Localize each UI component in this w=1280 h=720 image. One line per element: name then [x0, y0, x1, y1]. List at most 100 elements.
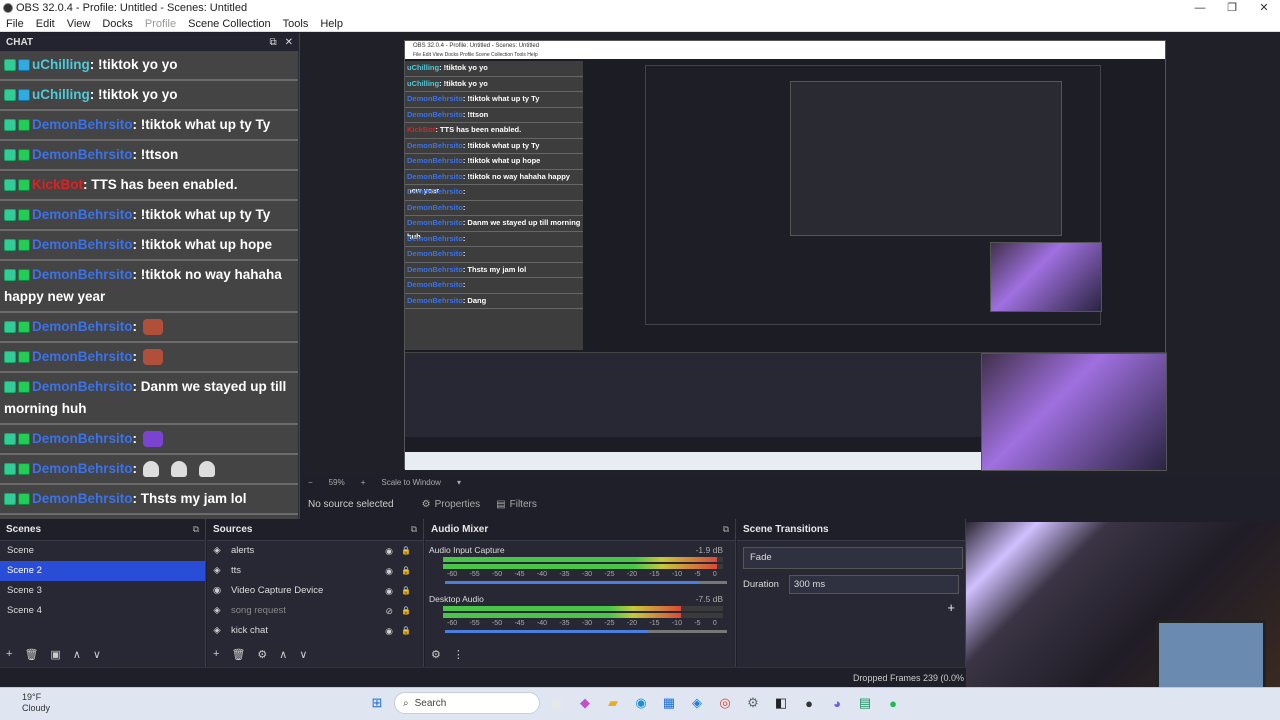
source-item[interactable]: ◈ song request ⊘ 🔒 [207, 601, 423, 621]
preview-canvas[interactable]: OBS 32.0.4 - Profile: Untitled - Scenes:… [404, 40, 1167, 471]
lock-icon[interactable]: 🔒 [401, 561, 411, 581]
lock-icon[interactable]: 🔒 [401, 601, 411, 621]
scene-item[interactable]: Scene [0, 541, 205, 561]
move-down-icon[interactable]: ∨ [299, 648, 307, 661]
scene-item[interactable]: Scene 4 [0, 601, 205, 621]
move-up-icon[interactable]: ∧ [279, 648, 287, 661]
chat-username[interactable]: DemonBehrsito [32, 267, 133, 282]
visibility-icon[interactable]: ◉ [385, 621, 393, 641]
float-icon[interactable]: ⧉ [269, 37, 276, 48]
chat-message: DemonBehrsito: [0, 425, 298, 455]
grn-badge-icon [18, 209, 30, 222]
source-item[interactable]: ◉ Video Capture Device ◉ 🔒 [207, 581, 423, 601]
preview-area[interactable]: OBS 32.0.4 - Profile: Untitled - Scenes:… [300, 33, 1280, 474]
chat-username[interactable]: DemonBehrsito [32, 491, 133, 506]
zoom-out-button[interactable]: − [308, 478, 313, 487]
chat-message: KickBot: TTS has been enabled. [0, 171, 298, 201]
lock-icon[interactable]: 🔒 [401, 621, 411, 641]
menu-profile[interactable]: Profile [145, 18, 176, 30]
add-icon[interactable]: + [213, 648, 219, 661]
spotify-icon[interactable]: ● [882, 692, 904, 714]
visibility-icon[interactable]: ◉ [385, 561, 393, 581]
store-icon[interactable]: ▦ [658, 692, 680, 714]
menu-file[interactable]: File [6, 18, 24, 30]
close-button[interactable]: ✕ [1248, 0, 1280, 16]
volume-slider[interactable] [445, 630, 727, 633]
source-item[interactable]: ◈ kick chat ◉ 🔒 [207, 621, 423, 641]
more-icon[interactable]: ⋮ [453, 648, 464, 661]
transition-select[interactable]: Fade [743, 547, 963, 569]
scale-tick: -55 [469, 571, 480, 578]
menu-docks[interactable]: Docks [102, 18, 133, 30]
menu-view[interactable]: View [67, 18, 91, 30]
zoom-in-button[interactable]: + [361, 478, 366, 487]
source-list[interactable]: ◈ alerts ◉ 🔒 ◈ tts ◉ 🔒 ◉ Video Capture Device ◉ 🔒 ◈ s… [207, 541, 423, 641]
menu-tools[interactable]: Tools [283, 18, 309, 30]
trash-icon[interactable]: 🗑 [24, 648, 38, 661]
capcut-icon[interactable]: ◧ [770, 692, 792, 714]
add-icon[interactable]: + [6, 648, 12, 661]
lock-icon[interactable]: 🔒 [401, 541, 411, 561]
maximize-button[interactable]: ❐ [1216, 0, 1248, 16]
scale-mode-select[interactable]: Scale to Window [381, 478, 441, 487]
discord-icon[interactable]: ◕ [826, 692, 848, 714]
source-item[interactable]: ◈ alerts ◉ 🔒 [207, 541, 423, 561]
app-icon[interactable]: ◈ [686, 692, 708, 714]
move-down-icon[interactable]: ∨ [93, 648, 101, 661]
menu-scene-collection[interactable]: Scene Collection [188, 18, 271, 30]
trash-icon[interactable]: 🗑 [231, 648, 245, 661]
taskbar-search[interactable]: ⌕ Search [394, 692, 540, 714]
duration-input[interactable]: 300 ms [788, 575, 959, 594]
group-icon[interactable]: ▣ [50, 648, 60, 661]
visibility-icon[interactable]: ◉ [385, 541, 393, 561]
chat-username[interactable]: DemonBehrsito [32, 147, 133, 162]
filters-button[interactable]: ▤ Filters [488, 497, 545, 512]
file-explorer-icon[interactable]: ▰ [602, 692, 624, 714]
scene-item[interactable]: Scene 3 [0, 581, 205, 601]
windows-start-icon[interactable]: ⊞ [366, 692, 388, 714]
calculator-icon[interactable]: ▤ [854, 692, 876, 714]
settings-icon[interactable]: ⚙ [742, 692, 764, 714]
chat-message-list[interactable]: uChilling: !tiktok yo yo uChilling: !tikt… [0, 51, 298, 519]
scene-item[interactable]: Scene 2 [0, 561, 205, 581]
visibility-icon[interactable]: ◉ [385, 581, 393, 601]
volume-slider[interactable] [445, 581, 727, 584]
chat-username[interactable]: DemonBehrsito [32, 207, 133, 222]
mod-badge-icon [4, 239, 16, 252]
chat-username[interactable]: DemonBehrsito [32, 237, 133, 252]
lock-icon[interactable]: 🔒 [401, 581, 411, 601]
minimize-button[interactable]: — [1184, 0, 1216, 16]
nested-chat-line: uChilling: !tiktok yo yo [405, 77, 583, 92]
weather-desc: Cloudy [22, 703, 51, 713]
chat-username[interactable]: DemonBehrsito [32, 461, 133, 476]
add-transition-icon[interactable]: + [743, 600, 959, 615]
edge-icon[interactable]: ◉ [630, 692, 652, 714]
gear-icon[interactable]: ⚙ [257, 648, 267, 661]
properties-button[interactable]: ⚙ Properties [414, 497, 489, 512]
chat-username[interactable]: KickBot [32, 177, 83, 192]
copilot-icon[interactable]: ◆ [574, 692, 596, 714]
chat-username[interactable]: DemonBehrsito [32, 117, 133, 132]
chat-username[interactable]: DemonBehrsito [32, 431, 133, 446]
menu-edit[interactable]: Edit [36, 18, 55, 30]
dock-menu-icon[interactable]: ⧉ [411, 524, 417, 535]
chat-username[interactable]: DemonBehrsito [32, 379, 133, 394]
obs-icon[interactable]: ● [798, 692, 820, 714]
menu-help[interactable]: Help [320, 18, 343, 30]
move-up-icon[interactable]: ∧ [73, 648, 81, 661]
advanced-audio-icon[interactable]: ⚙ [431, 648, 441, 661]
scene-list[interactable]: Scene Scene 2 Scene 3 Scene 4 [0, 541, 205, 621]
source-item[interactable]: ◈ tts ◉ 🔒 [207, 561, 423, 581]
chat-username[interactable]: uChilling [32, 87, 90, 102]
dock-menu-icon[interactable]: ⧉ [193, 524, 199, 535]
task-view-icon[interactable]: ▣ [546, 692, 568, 714]
chat-username[interactable]: DemonBehrsito [32, 349, 133, 364]
dock-menu-icon[interactable]: ⧉ [723, 524, 729, 535]
chevron-down-icon[interactable]: ▾ [457, 478, 461, 487]
weather-widget[interactable]: 19°F Cloudy [22, 692, 50, 714]
close-icon[interactable]: ✕ [285, 37, 293, 48]
chrome-icon[interactable]: ◎ [714, 692, 736, 714]
chat-username[interactable]: uChilling [32, 57, 90, 72]
visibility-icon[interactable]: ⊘ [385, 601, 393, 621]
chat-username[interactable]: DemonBehrsito [32, 319, 133, 334]
